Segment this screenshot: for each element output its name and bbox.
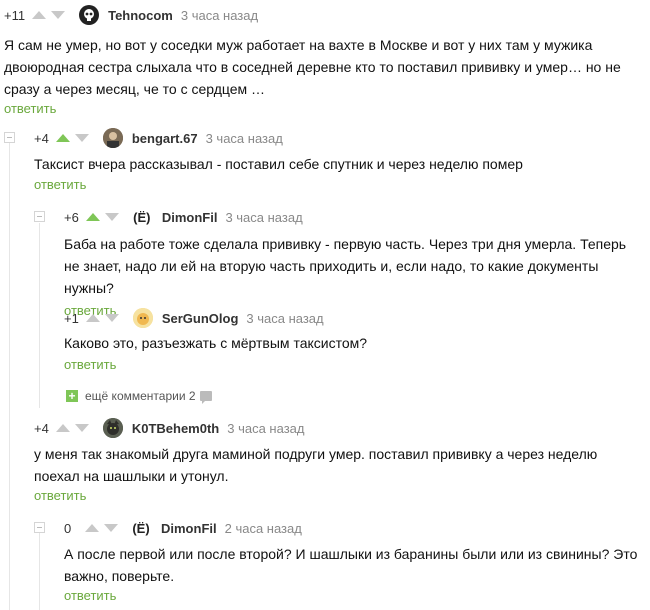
avatar[interactable] <box>132 308 153 328</box>
downvote-arrow-icon[interactable] <box>74 424 89 432</box>
cat-icon <box>102 418 123 438</box>
expand-plus-icon: + <box>66 390 78 402</box>
reply-link[interactable]: ответить <box>64 588 116 603</box>
upvote-arrow-icon[interactable] <box>32 11 47 19</box>
rating: +4 <box>34 420 49 436</box>
timestamp[interactable]: 3 часа назад <box>246 311 323 326</box>
avatar[interactable] <box>102 418 123 438</box>
comment-tehnocom: +11 Tehnocom 3 часа назад Я сам не умер,… <box>4 5 644 116</box>
comment-dimonfil-2: 0 (Ё) DimonFil 2 часа назад А после перв… <box>64 518 644 603</box>
avatar[interactable] <box>79 5 100 25</box>
comment-header: +11 Tehnocom 3 часа назад <box>4 5 644 25</box>
comment-header: +4 K0TBehem0th 3 часа назад <box>34 418 644 438</box>
collapse-toggle[interactable] <box>34 211 45 222</box>
reply-link[interactable]: ответить <box>64 357 116 372</box>
collapse-toggle[interactable] <box>4 132 15 143</box>
rating: 0 <box>64 520 72 536</box>
comment-bengart: +4 bengart.67 3 часа назад Таксист вчера… <box>34 128 644 192</box>
timestamp[interactable]: 3 часа назад <box>227 421 304 436</box>
comment-header: +1 SerGunOlog 3 часа назад <box>64 308 644 328</box>
comment-header: +6 (Ё) DimonFil 3 часа назад <box>64 207 644 227</box>
downvote-arrow-icon[interactable] <box>51 11 66 19</box>
avatar[interactable]: (Ё) <box>128 207 155 227</box>
more-comments-label: ещё комментарии 2 <box>85 389 196 403</box>
thread-line[interactable] <box>39 223 40 408</box>
rating: +1 <box>64 310 79 326</box>
upvote-arrow-icon[interactable] <box>85 314 100 322</box>
comment-header: 0 (Ё) DimonFil 2 часа назад <box>64 518 644 538</box>
username[interactable]: DimonFil <box>161 521 217 536</box>
comment-k0tbehem0th: +4 K0TBehem0th 3 часа назад у меня так з… <box>34 418 644 503</box>
comment-header: +4 bengart.67 3 часа назад <box>34 128 644 148</box>
downvote-arrow-icon[interactable] <box>104 314 119 322</box>
thread-line[interactable] <box>39 533 40 610</box>
downvote-arrow-icon[interactable] <box>74 134 89 142</box>
letter-yo-icon: (Ё) <box>132 520 150 536</box>
downvote-arrow-icon[interactable] <box>104 213 119 221</box>
portrait-icon <box>102 128 123 148</box>
downvote-arrow-icon[interactable] <box>104 524 118 532</box>
upvote-arrow-icon[interactable] <box>55 134 70 142</box>
comment-text: Таксист вчера рассказывал - поставил себ… <box>34 156 523 172</box>
timestamp[interactable]: 3 часа назад <box>181 8 258 23</box>
rating: +11 <box>4 7 26 23</box>
username[interactable]: DimonFil <box>162 210 218 225</box>
reply-link[interactable]: ответить <box>34 488 86 503</box>
rating: +6 <box>64 209 79 225</box>
skull-icon <box>84 9 95 21</box>
comment-bubble-icon <box>199 391 212 404</box>
username[interactable]: bengart.67 <box>132 131 198 146</box>
comment-text: Я сам не умер, но вот у соседки муж рабо… <box>4 37 621 97</box>
avatar[interactable]: (Ё) <box>128 518 154 538</box>
avatar[interactable] <box>102 128 123 148</box>
reply-link[interactable]: ответить <box>34 177 86 192</box>
comment-text: у меня так знакомый друга маминой подруг… <box>34 446 598 484</box>
timestamp[interactable]: 2 часа назад <box>225 521 302 536</box>
comment-text: А после первой или после второй? И шашлы… <box>64 546 638 584</box>
username[interactable]: Tehnocom <box>108 8 173 23</box>
username[interactable]: K0TBehem0th <box>132 421 219 436</box>
comment-text: Каково это, разъезжать с мёртвым таксист… <box>64 335 368 351</box>
thread-line[interactable] <box>9 142 10 610</box>
comment-dimonfil-1: +6 (Ё) DimonFil 3 часа назад Баба на раб… <box>64 207 644 318</box>
reply-link[interactable]: ответить <box>4 101 56 116</box>
collapse-toggle[interactable] <box>34 522 45 533</box>
more-comments-button[interactable]: + ещё комментарии 2 <box>66 389 212 404</box>
comment-text: Баба на работе тоже сделала прививку - п… <box>64 236 627 296</box>
comment-sergunolog: +1 SerGunOlog 3 часа назад Каково это, р… <box>64 308 644 372</box>
timestamp[interactable]: 3 часа назад <box>206 131 283 146</box>
cartoon-icon <box>132 308 153 328</box>
rating: +4 <box>34 130 49 146</box>
upvote-arrow-icon[interactable] <box>85 213 100 221</box>
upvote-arrow-icon[interactable] <box>85 524 99 532</box>
upvote-arrow-icon[interactable] <box>55 424 70 432</box>
timestamp[interactable]: 3 часа назад <box>225 210 302 225</box>
letter-yo-icon: (Ё) <box>133 209 151 225</box>
username[interactable]: SerGunOlog <box>162 311 239 326</box>
